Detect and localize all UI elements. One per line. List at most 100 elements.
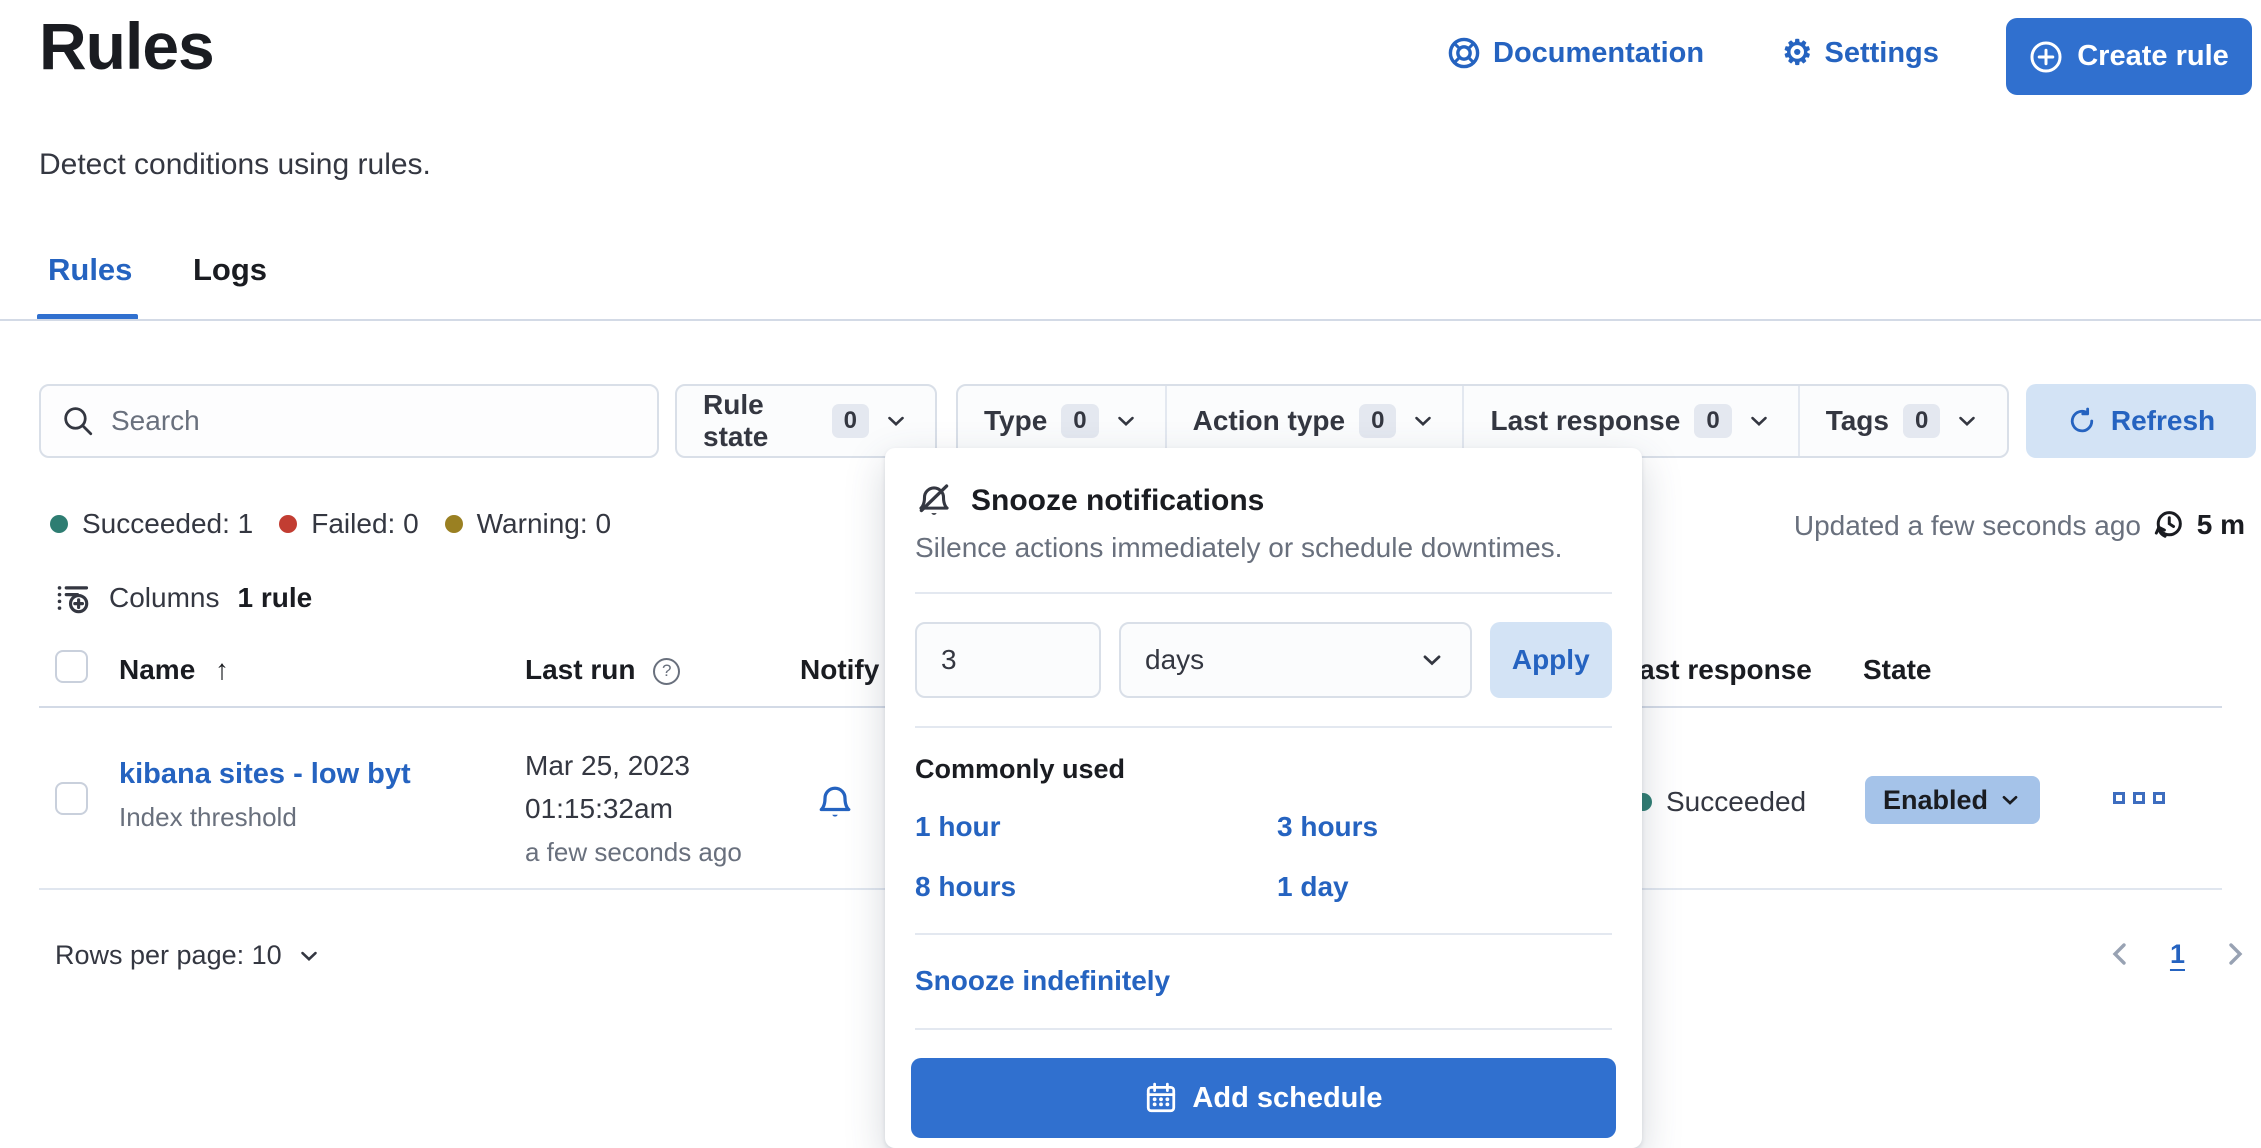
refresh-button[interactable]: Refresh	[2026, 384, 2256, 458]
search-input[interactable]	[111, 405, 637, 437]
create-rule-label: Create rule	[2077, 40, 2229, 73]
plus-circle-icon	[2029, 40, 2063, 74]
chevron-down-icon	[1418, 646, 1446, 674]
columns-icon	[55, 580, 91, 616]
column-header-name[interactable]: Name ↑	[119, 654, 229, 686]
settings-link[interactable]: ⚙ Settings	[1782, 36, 1939, 70]
rows-per-page-label: Rows per page: 10	[55, 940, 282, 971]
page-subtitle: Detect conditions using rules.	[39, 148, 431, 182]
last-run-relative: a few seconds ago	[525, 837, 742, 868]
bell-icon	[815, 782, 855, 822]
snooze-popover-title: Snooze notifications	[971, 484, 1264, 518]
rule-state-count-badge: 0	[832, 404, 869, 439]
status-succeeded: Succeeded: 1	[50, 508, 253, 540]
column-header-state[interactable]: State	[1863, 654, 1931, 686]
filter-action-type[interactable]: Action type 0	[1165, 386, 1463, 456]
refresh-interval-value: 5 m	[2197, 509, 2245, 541]
add-schedule-label: Add schedule	[1192, 1082, 1382, 1115]
state-badge[interactable]: Enabled	[1865, 776, 2040, 824]
actions-square-icon	[2153, 792, 2165, 804]
chevron-down-icon	[1998, 788, 2022, 812]
status-failed: Failed: 0	[279, 508, 418, 540]
commonly-used-heading: Commonly used	[885, 728, 1642, 785]
filter-tags[interactable]: Tags 0	[1798, 386, 2007, 456]
select-all-checkbox[interactable]	[55, 650, 88, 683]
rows-per-page-selector[interactable]: Rows per page: 10	[55, 940, 322, 971]
snooze-option-1-hour[interactable]: 1 hour	[915, 811, 1277, 843]
column-header-notify[interactable]: Notify	[800, 654, 879, 686]
run-status-summary: Succeeded: 1 Failed: 0 Warning: 0	[50, 508, 611, 540]
actions-square-icon	[2113, 792, 2125, 804]
sort-ascending-icon: ↑	[215, 654, 229, 685]
warning-dot	[445, 515, 463, 533]
chevron-down-icon	[1113, 408, 1139, 434]
previous-page-icon[interactable]	[2104, 938, 2136, 970]
rule-state-filter[interactable]: Rule state 0	[675, 384, 937, 458]
help-icon	[1447, 36, 1481, 70]
filter-last-response-label: Last response	[1490, 405, 1680, 437]
row-actions-button[interactable]	[2113, 792, 2165, 804]
tabs-divider	[0, 319, 2261, 321]
chevron-down-icon	[1746, 408, 1772, 434]
filter-last-response-count-badge: 0	[1694, 404, 1731, 439]
filter-last-response[interactable]: Last response 0	[1462, 386, 1797, 456]
row-checkbox[interactable]	[55, 782, 88, 815]
refresh-label: Refresh	[2111, 405, 2215, 437]
snooze-option-3-hours[interactable]: 3 hours	[1277, 811, 1612, 843]
refresh-interval[interactable]: 5 m	[2151, 508, 2245, 542]
column-header-last-run[interactable]: Last run ?	[525, 654, 680, 686]
page-title: Rules	[39, 8, 214, 84]
last-run-time: 01:15:32am	[525, 787, 742, 830]
filter-group: Type 0 Action type 0 Last response 0 Tag…	[956, 384, 2009, 458]
search-icon	[61, 404, 95, 438]
snooze-unit-value: days	[1145, 644, 1204, 676]
tab-logs[interactable]: Logs	[193, 252, 267, 288]
column-header-last-run-label: Last run	[525, 654, 635, 685]
refresh-icon	[2067, 406, 2097, 436]
bell-slash-icon	[915, 482, 953, 520]
create-rule-button[interactable]: Create rule	[2006, 18, 2252, 95]
documentation-link[interactable]: Documentation	[1447, 36, 1704, 70]
updated-timestamp: Updated a few seconds ago	[1794, 510, 2141, 542]
row-last-response: Succeeded	[1666, 786, 1806, 818]
clock-refresh-icon	[2151, 508, 2185, 542]
tab-rules[interactable]: Rules	[48, 252, 132, 288]
status-failed-label: Failed: 0	[311, 508, 418, 540]
filter-type[interactable]: Type 0	[958, 386, 1165, 456]
question-circle-icon: ?	[653, 658, 680, 685]
snooze-notifications-popover: Snooze notifications Silence actions imm…	[885, 448, 1642, 1148]
snooze-option-8-hours[interactable]: 8 hours	[915, 871, 1277, 903]
filter-type-label: Type	[984, 405, 1047, 437]
danger-dot	[279, 515, 297, 533]
filter-action-type-count-badge: 0	[1359, 404, 1396, 439]
rule-count: 1 rule	[237, 582, 312, 614]
snooze-unit-select[interactable]: days	[1119, 622, 1472, 698]
notify-bell-button[interactable]	[815, 782, 855, 822]
snooze-duration-input[interactable]	[915, 622, 1101, 698]
search-input-wrapper	[39, 384, 659, 458]
settings-label: Settings	[1824, 37, 1938, 70]
filter-type-count-badge: 0	[1061, 404, 1098, 439]
status-warning-label: Warning: 0	[477, 508, 611, 540]
column-header-last-response[interactable]: Last response	[1622, 654, 1812, 686]
next-page-icon[interactable]	[2219, 938, 2251, 970]
filter-tags-label: Tags	[1826, 405, 1889, 437]
filter-action-type-label: Action type	[1193, 405, 1345, 437]
success-dot	[50, 515, 68, 533]
gear-icon: ⚙	[1782, 36, 1812, 70]
rule-type: Index threshold	[119, 802, 411, 833]
snooze-option-1-day[interactable]: 1 day	[1277, 871, 1612, 903]
columns-button[interactable]: Columns	[109, 582, 219, 614]
rule-state-label: Rule state	[703, 389, 818, 453]
state-badge-label: Enabled	[1883, 785, 1988, 816]
snooze-indefinitely-link[interactable]: Snooze indefinitely	[915, 965, 1170, 996]
add-schedule-button[interactable]: Add schedule	[911, 1058, 1616, 1138]
chevron-down-icon	[1954, 408, 1980, 434]
page-number-1[interactable]: 1	[2170, 939, 2185, 970]
chevron-down-icon	[296, 943, 322, 969]
chevron-down-icon	[883, 408, 909, 434]
apply-button[interactable]: Apply	[1490, 622, 1613, 698]
chevron-down-icon	[1410, 408, 1436, 434]
status-warning: Warning: 0	[445, 508, 611, 540]
rule-name-link[interactable]: kibana sites - low byt	[119, 758, 411, 791]
